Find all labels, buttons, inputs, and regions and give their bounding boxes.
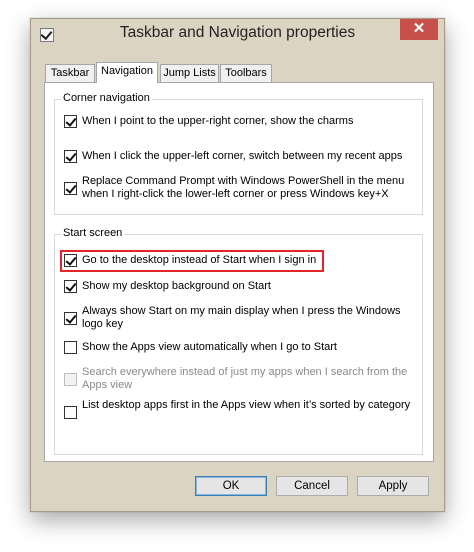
navigation-tab-panel: Corner navigation When I point to the up…: [44, 82, 434, 462]
tab-taskbar[interactable]: Taskbar: [45, 64, 95, 82]
option-label: When I click the upper-left corner, swit…: [82, 150, 403, 162]
checkbox-show-start-main-display[interactable]: [64, 312, 77, 325]
option-label: List desktop apps first in the Apps view…: [82, 399, 411, 411]
checkbox-desktop-background[interactable]: [64, 280, 77, 293]
checkbox-list-desktop-apps-first[interactable]: [64, 406, 77, 419]
option-show-charms[interactable]: When I point to the upper-right corner, …: [64, 115, 416, 128]
option-label: Search everywhere instead of just my app…: [82, 366, 408, 391]
option-label: Replace Command Prompt with Windows Powe…: [82, 175, 405, 200]
checkbox-show-charms[interactable]: [64, 115, 77, 128]
option-go-to-desktop[interactable]: Go to the desktop instead of Start when …: [64, 254, 416, 267]
group-label-corner-navigation: Corner navigation: [61, 92, 152, 104]
option-replace-command-prompt[interactable]: Replace Command Prompt with Windows Powe…: [64, 175, 416, 203]
corner-navigation-group: Corner navigation When I point to the up…: [54, 92, 423, 215]
cancel-button[interactable]: Cancel: [276, 476, 348, 496]
option-switch-recent-apps[interactable]: When I click the upper-left corner, swit…: [64, 150, 416, 163]
option-show-apps-view[interactable]: Show the Apps view automatically when I …: [64, 341, 416, 354]
close-button[interactable]: ✕: [400, 19, 438, 40]
checkbox-replace-command-prompt[interactable]: [64, 182, 77, 195]
option-label: Show the Apps view automatically when I …: [82, 341, 337, 353]
dialog-window: Taskbar and Navigation properties ✕ Task…: [30, 18, 445, 512]
option-desktop-background[interactable]: Show my desktop background on Start: [64, 280, 416, 293]
start-screen-group: Start screen Go to the desktop instead o…: [54, 227, 423, 455]
checkbox-go-to-desktop[interactable]: [64, 254, 77, 267]
window-title: Taskbar and Navigation properties: [119, 24, 356, 41]
title-bar[interactable]: Taskbar and Navigation properties ✕: [31, 19, 444, 51]
ok-button[interactable]: OK: [195, 476, 267, 496]
tab-navigation[interactable]: Navigation: [96, 62, 158, 83]
tab-jump-lists[interactable]: Jump Lists: [160, 64, 219, 82]
option-label: Go to the desktop instead of Start when …: [82, 254, 317, 266]
option-search-everywhere: Search everywhere instead of just my app…: [64, 366, 416, 394]
option-show-start-main-display[interactable]: Always show Start on my main display whe…: [64, 305, 416, 333]
checkbox-show-apps-view[interactable]: [64, 341, 77, 354]
option-label: Show my desktop background on Start: [82, 280, 271, 292]
option-label: When I point to the upper-right corner, …: [82, 115, 354, 127]
option-list-desktop-apps-first[interactable]: List desktop apps first in the Apps view…: [64, 399, 416, 427]
checkbox-search-everywhere: [64, 373, 77, 386]
checkbox-switch-recent-apps[interactable]: [64, 150, 77, 163]
group-label-start-screen: Start screen: [61, 227, 125, 239]
tab-toolbars[interactable]: Toolbars: [220, 64, 272, 82]
apply-button[interactable]: Apply: [357, 476, 429, 496]
option-label: Always show Start on my main display whe…: [82, 305, 401, 330]
